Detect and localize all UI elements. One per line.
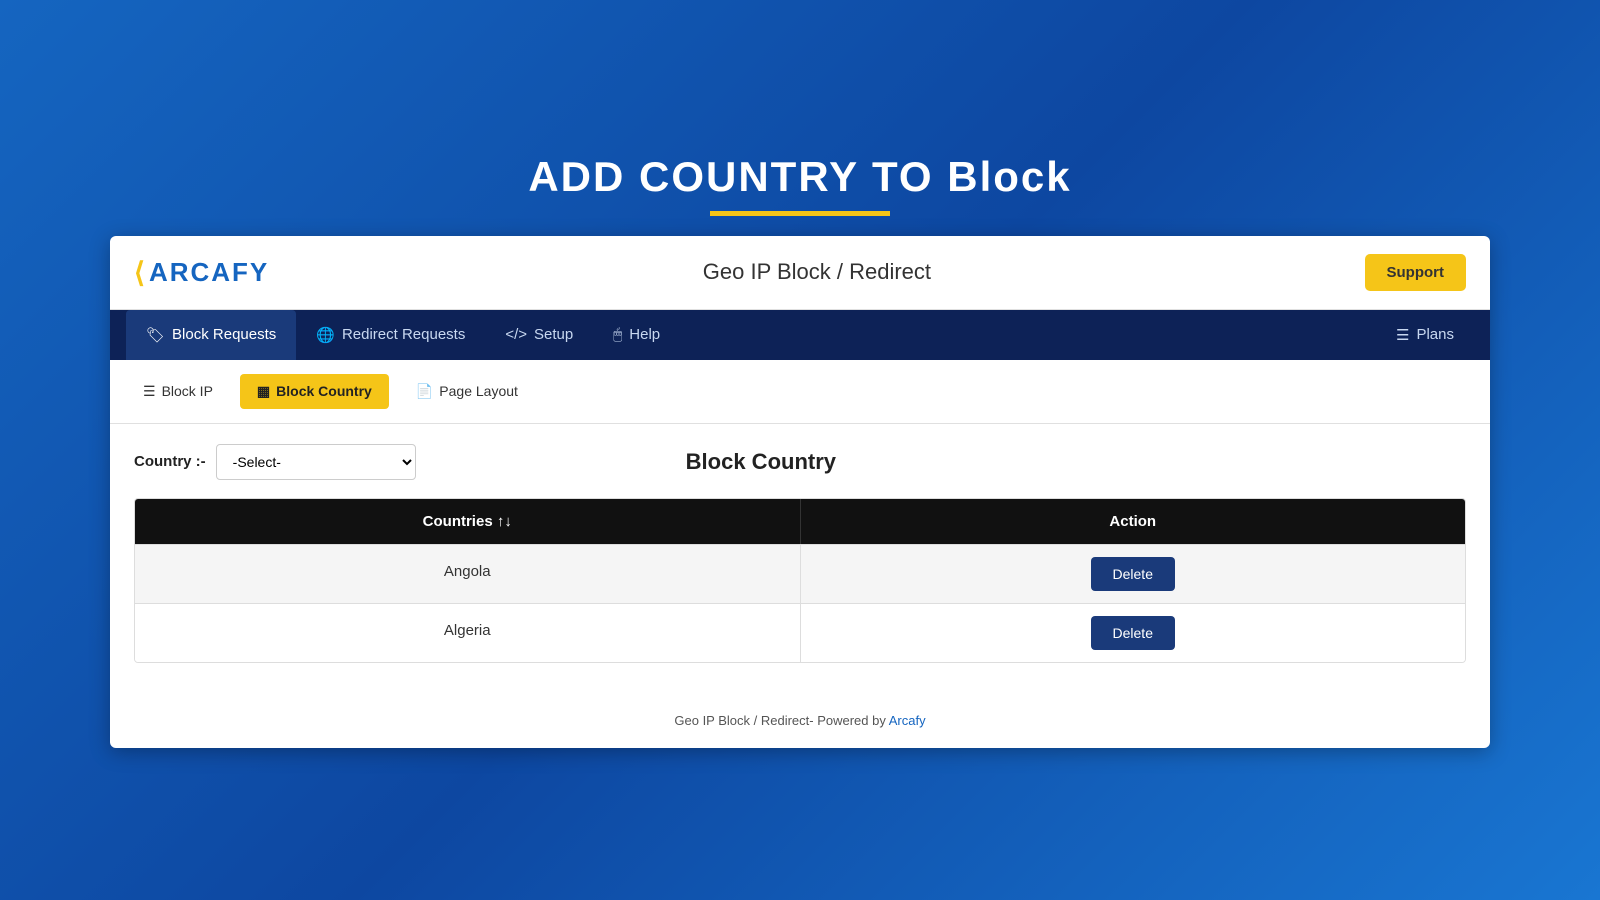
sub-nav: ☰ Block IP ▦ Block Country 📄 Page Layout xyxy=(110,360,1490,424)
page-layout-icon: 📄 xyxy=(416,383,433,400)
page-title-area: ADD COUNTRY TO Block xyxy=(20,153,1580,216)
nav-help-label: Help xyxy=(629,326,660,343)
footer-brand: Arcafy xyxy=(889,713,926,728)
sub-nav-block-country[interactable]: ▦ Block Country xyxy=(240,374,389,409)
content-area: Country :- -Select- Afghanistan Albania … xyxy=(110,424,1490,693)
sub-nav-block-country-label: Block Country xyxy=(276,383,372,399)
header-center-title: Geo IP Block / Redirect xyxy=(703,259,931,285)
col-header-action: Action xyxy=(801,499,1466,544)
card-footer: Geo IP Block / Redirect- Powered by Arca… xyxy=(110,693,1490,748)
card-header: ⟨ ARCAFY Geo IP Block / Redirect Support xyxy=(110,236,1490,310)
logo: ⟨ ARCAFY xyxy=(134,256,269,289)
table-row: Angola Delete xyxy=(135,544,1465,603)
nav-block-requests-label: Block Requests xyxy=(172,326,276,343)
table-header: Countries ↑↓ Action xyxy=(135,499,1465,544)
cell-action-2: Delete xyxy=(801,604,1466,662)
footer-text: Geo IP Block / Redirect- Powered by Arca… xyxy=(674,713,925,728)
logo-text: ARCAFY xyxy=(149,257,269,288)
nav-bar: 🏷 Block Requests 🌐 Redirect Requests </>… xyxy=(110,310,1490,360)
cell-action-1: Delete xyxy=(801,545,1466,603)
block-requests-icon: 🏷 xyxy=(146,326,165,344)
cell-country-1: Angola xyxy=(135,545,801,603)
sub-nav-page-layout-label: Page Layout xyxy=(439,383,518,399)
setup-icon: </> xyxy=(505,326,527,343)
countries-table: Countries ↑↓ Action Angola Delete Algeri… xyxy=(134,498,1466,663)
nav-plans[interactable]: ☰ Plans xyxy=(1376,310,1474,360)
main-card: ⟨ ARCAFY Geo IP Block / Redirect Support… xyxy=(110,236,1490,748)
cell-country-2: Algeria xyxy=(135,604,801,662)
title-underline xyxy=(710,211,890,216)
nav-setup[interactable]: </> Setup xyxy=(485,310,593,359)
sub-nav-block-ip-label: Block IP xyxy=(162,383,213,399)
table-row: Algeria Delete xyxy=(135,603,1465,662)
nav-block-requests[interactable]: 🏷 Block Requests xyxy=(126,310,296,360)
delete-button-1[interactable]: Delete xyxy=(1091,557,1175,591)
nav-setup-label: Setup xyxy=(534,326,573,343)
delete-button-2[interactable]: Delete xyxy=(1091,616,1175,650)
redirect-requests-icon: 🌐 xyxy=(316,326,335,344)
country-select-row: Country :- -Select- Afghanistan Albania … xyxy=(134,444,1466,480)
support-button[interactable]: Support xyxy=(1365,254,1467,291)
col-header-countries: Countries ↑↓ xyxy=(135,499,801,544)
nav-redirect-requests[interactable]: 🌐 Redirect Requests xyxy=(296,310,485,360)
nav-help[interactable]: 🖱 Help xyxy=(593,310,680,359)
logo-chevron: ⟨ xyxy=(134,256,145,289)
block-country-icon: ▦ xyxy=(257,383,270,400)
sub-nav-page-layout[interactable]: 📄 Page Layout xyxy=(399,374,535,409)
sub-nav-block-ip[interactable]: ☰ Block IP xyxy=(126,374,230,409)
country-select[interactable]: -Select- Afghanistan Albania Algeria Ang… xyxy=(216,444,416,480)
country-label: Country :- xyxy=(134,453,206,470)
nav-plans-label: Plans xyxy=(1416,326,1454,343)
block-country-heading: Block Country xyxy=(686,449,836,475)
help-icon: 🖱 xyxy=(613,326,622,343)
nav-redirect-requests-label: Redirect Requests xyxy=(342,326,465,343)
block-ip-icon: ☰ xyxy=(143,383,156,400)
plans-list-icon: ☰ xyxy=(1396,326,1409,344)
page-main-title: ADD COUNTRY TO Block xyxy=(20,153,1580,201)
